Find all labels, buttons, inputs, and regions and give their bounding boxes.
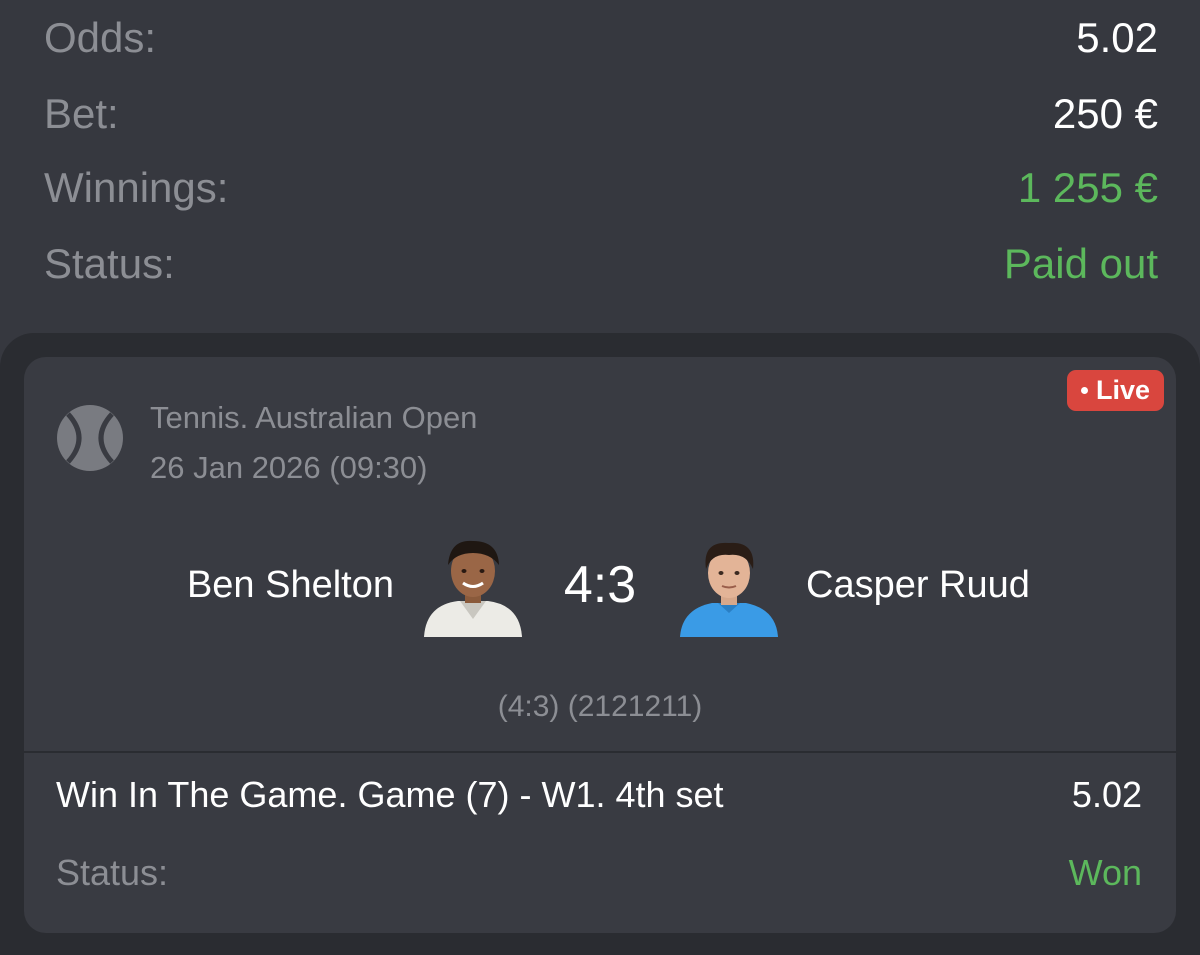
match-score: 4:3 <box>563 556 637 614</box>
selection-status-value: Won <box>1068 852 1142 893</box>
winnings-label: Winnings: <box>44 164 229 211</box>
selection-row: Win In The Game. Game (7) - W1. 4th set … <box>56 767 1142 823</box>
bet-label: Bet: <box>44 90 119 137</box>
selection-status-row: Status: Won <box>56 845 1142 901</box>
tournament-name: Tennis. Australian Open <box>150 400 478 435</box>
odds-row: Odds: 5.02 <box>44 10 1158 66</box>
selection-odds: 5.02 <box>1071 774 1142 815</box>
divider <box>24 751 1176 753</box>
event-card[interactable]: Tennis. Australian Open 26 Jan 2026 (09:… <box>24 357 1176 933</box>
status-label: Status: <box>44 240 175 287</box>
team2-avatar <box>676 537 782 637</box>
live-badge: Live <box>1066 370 1164 411</box>
status-value: Paid out <box>1003 240 1158 287</box>
bet-summary: Odds: 5.02 Bet: 250 € Winnings: 1 255 € … <box>0 0 1200 330</box>
team2-name: Casper Ruud <box>806 564 1030 606</box>
team1-avatar <box>420 537 526 637</box>
winnings-value: 1 255 € <box>1017 164 1158 211</box>
market-name: Win In The Game. Game (7) - W1. 4th set <box>56 774 724 815</box>
bet-row: Bet: 250 € <box>44 86 1158 142</box>
winnings-row: Winnings: 1 255 € <box>44 160 1158 216</box>
status-row: Status: Paid out <box>44 236 1158 292</box>
bet-value: 250 € <box>1052 90 1158 137</box>
event-datetime: 26 Jan 2026 (09:30) <box>150 450 428 485</box>
live-label: Live <box>1095 375 1150 405</box>
odds-label: Odds: <box>44 14 157 61</box>
event-meta: Tennis. Australian Open 26 Jan 2026 (09:… <box>150 393 477 493</box>
tennis-ball-icon <box>56 404 124 472</box>
set-details: (4:3) (2121211) <box>497 690 703 723</box>
team1-name: Ben Shelton <box>186 564 394 606</box>
odds-value: 5.02 <box>1076 14 1158 61</box>
live-dot-icon <box>1080 387 1088 394</box>
selection-status-label: Status: <box>56 852 169 893</box>
